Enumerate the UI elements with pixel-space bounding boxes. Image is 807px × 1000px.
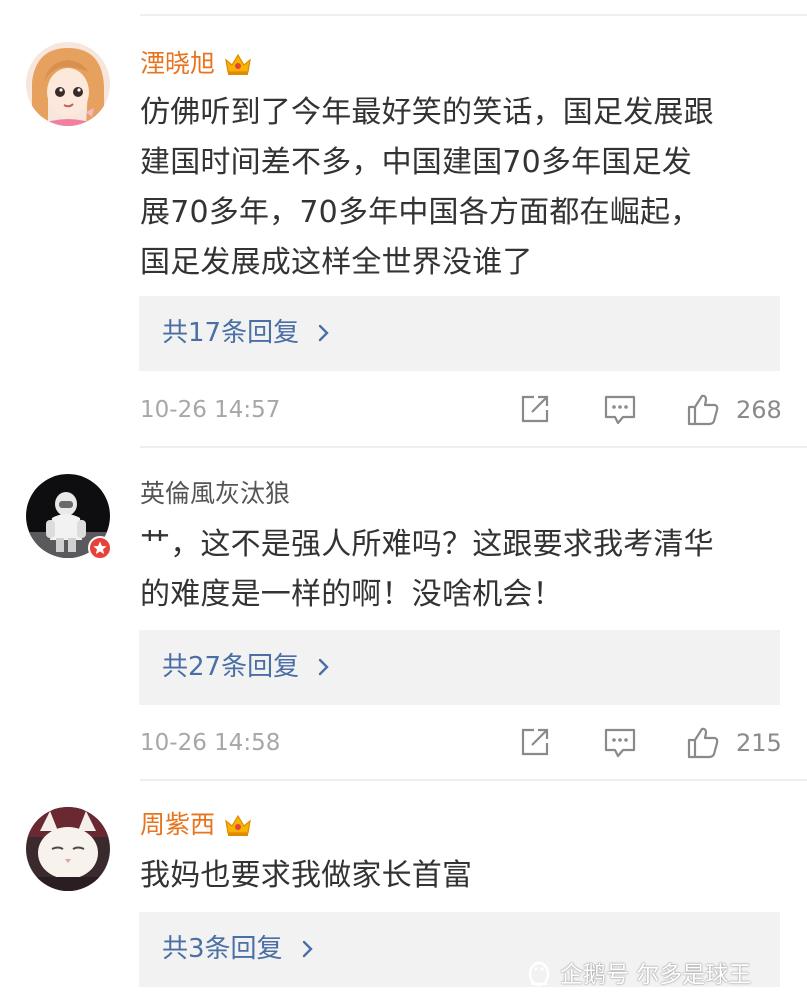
crown-icon [225,814,251,836]
username[interactable]: 湮晓旭 [140,44,215,84]
comment-date: 10-26 14:58 [140,730,281,756]
comment-text: 艹，这不是强人所难吗？这跟要求我考清华 的难度是一样的啊！没啥机会！ [140,527,714,612]
share-icon [521,728,549,756]
thumbs-up-icon [687,727,719,759]
watermark: 企鹅号 尔多是球王 [524,953,751,991]
comment-meta: 10-26 14:57 268 [140,388,807,432]
avatar[interactable] [26,42,110,126]
username[interactable]: 英倫風灰汰狼 [140,474,290,514]
comment-divider [140,779,807,781]
comment-divider [140,446,807,448]
share-icon [521,395,549,423]
share-button[interactable] [518,725,552,759]
chevron-right-icon [319,658,330,676]
replies-label[interactable]: 共17条回复 [162,296,331,371]
replies-label[interactable]: 共3条回复 [162,912,315,987]
comment-text: 仿佛听到了今年最好笑的笑话，国足发展跟 建国时间差不多，中国建国70多年国足发 … [140,95,714,280]
avatar[interactable] [26,807,110,891]
user-name-row: 英倫風灰汰狼 [140,474,290,514]
comment-date: 10-26 14:57 [140,397,281,423]
like-count: 268 [736,396,782,424]
replies-label[interactable]: 共27条回复 [162,630,331,705]
replies-button[interactable]: 共27条回复 [139,630,780,705]
replies-button[interactable]: 共17条回复 [139,296,780,371]
user-name-row: 周紫西 [140,805,253,845]
comment-button[interactable] [602,392,638,426]
comment-icon [604,395,636,425]
chevron-right-icon [319,324,330,342]
penguin-icon [528,961,550,987]
verified-badge-icon [88,536,112,560]
crown-icon [225,53,251,75]
username[interactable]: 周紫西 [140,805,215,845]
top-divider [140,14,807,16]
user-name-row: 湮晓旭 [140,44,253,84]
avatar[interactable] [26,474,112,560]
comment-button[interactable] [602,725,638,759]
share-button[interactable] [518,392,552,426]
watermark-text: 企鹅号 尔多是球王 [560,962,752,988]
like-button[interactable] [685,392,721,428]
comment-text: 我妈也要求我做家长首富 [140,858,473,893]
thumbs-up-icon [687,394,719,426]
comment-icon [604,728,636,758]
like-button[interactable] [685,725,721,761]
comment-meta: 10-26 14:58 215 [140,721,807,765]
like-count: 215 [736,729,782,757]
chevron-right-icon [302,940,313,958]
